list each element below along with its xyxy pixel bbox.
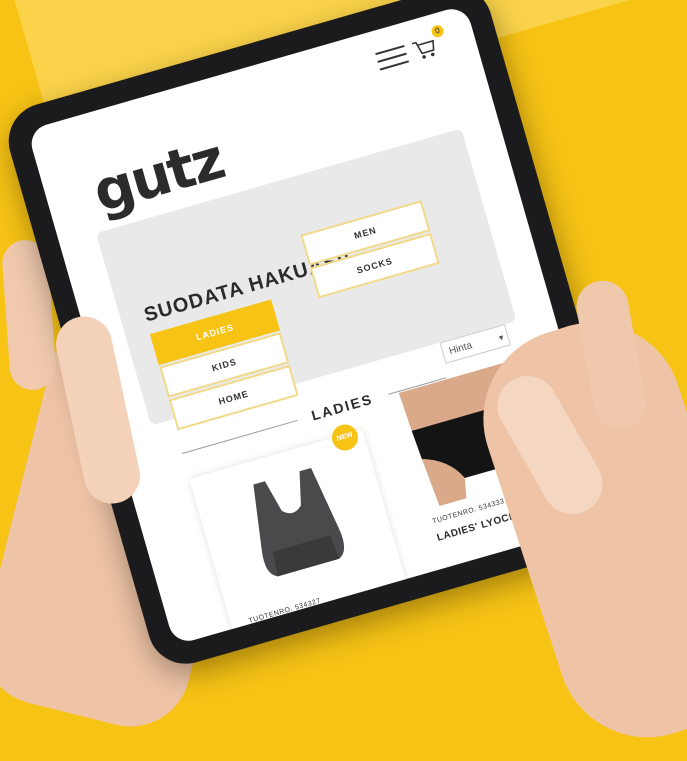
sort-value: Hinta [447, 340, 474, 358]
section-title: LADIES [309, 390, 375, 424]
new-badge: NEW [328, 421, 362, 454]
product-code: TUOTENRO. 534327 [248, 597, 322, 625]
chevron-down-icon: ▾ [497, 332, 505, 343]
section-divider-left [181, 419, 298, 454]
sports-bra-image [253, 468, 345, 577]
menu-icon[interactable] [375, 44, 410, 72]
